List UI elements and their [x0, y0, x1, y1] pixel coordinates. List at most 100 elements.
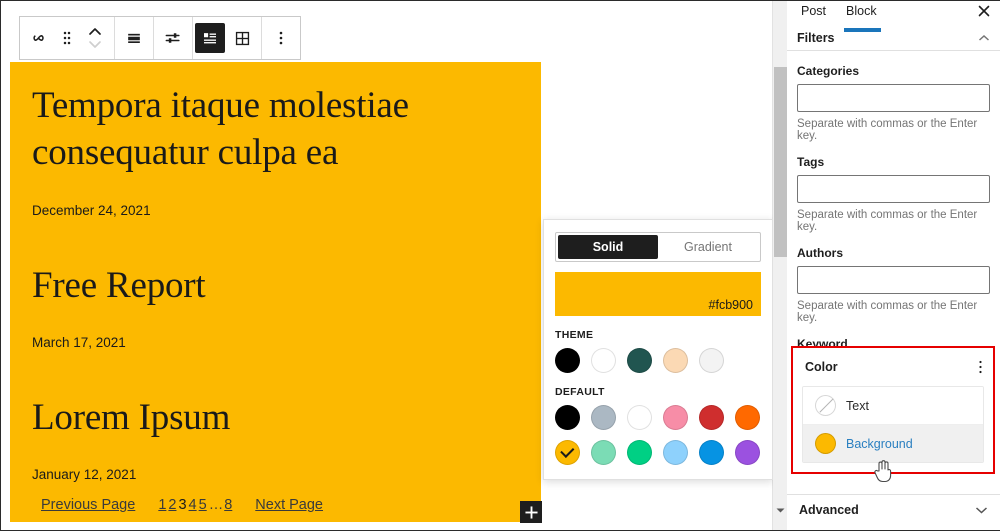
default-swatch-grid: [555, 405, 761, 465]
more-options-icon[interactable]: [978, 359, 983, 375]
color-picker-popover: Solid Gradient #fcb900 THEME DEFAULT: [543, 219, 773, 480]
block-toolbar: [19, 16, 301, 60]
default-palette-label: DEFAULT: [555, 386, 605, 398]
page-number-current: 3: [178, 497, 187, 513]
categories-help: Separate with commas or the Enter key.: [797, 118, 978, 142]
toolbar-group-settings: [154, 17, 193, 59]
filters-fields: Categories Separate with commas or the E…: [787, 64, 1000, 385]
query-pagination: Previous Page 1 2 3 4 5 … 8 Next Page: [41, 497, 323, 513]
swatch-theme-white[interactable]: [591, 348, 616, 373]
background-color-swatch-icon: [815, 433, 836, 454]
swatch-theme-off-white[interactable]: [699, 348, 724, 373]
tags-help: Separate with commas or the Enter key.: [797, 209, 978, 233]
swatch-luminous-vivid-amber[interactable]: [555, 440, 580, 465]
post-list-item: Tempora itaque molestiae consequatur cul…: [32, 82, 519, 218]
tab-solid[interactable]: Solid: [558, 235, 658, 259]
post-date: December 24, 2021: [32, 202, 151, 218]
advanced-panel-header[interactable]: Advanced: [787, 494, 1000, 524]
color-panel-header: Color: [793, 348, 993, 386]
toolbar-group-block: [20, 17, 115, 59]
current-color-hex: #fcb900: [708, 298, 753, 312]
pagination-ellipsis: …: [208, 497, 223, 513]
post-list-item: Lorem Ipsum January 12, 2021: [32, 394, 519, 482]
toolbar-group-layout: [193, 17, 262, 59]
post-date: January 12, 2021: [32, 467, 137, 483]
categories-input[interactable]: [797, 84, 990, 112]
color-type-tabs: Solid Gradient: [555, 232, 761, 262]
tab-gradient[interactable]: Gradient: [658, 235, 758, 259]
scrollbar-down-arrow[interactable]: [773, 502, 788, 518]
swatch-theme-peach[interactable]: [663, 348, 688, 373]
post-title[interactable]: Tempora itaque molestiae consequatur cul…: [32, 82, 519, 177]
page-number-2[interactable]: 2: [167, 497, 177, 513]
post-title[interactable]: Free Report: [32, 262, 519, 309]
default-swatch-row-1: [555, 405, 761, 430]
tab-block[interactable]: Block: [840, 1, 891, 32]
authors-label: Authors: [797, 246, 843, 260]
color-panel-title: Color: [805, 360, 838, 374]
close-icon[interactable]: [975, 1, 993, 21]
query-loop-block-icon[interactable]: [22, 17, 56, 59]
page-number-5[interactable]: 5: [198, 497, 208, 513]
wordpress-block-editor: Tempora itaque molestiae consequatur cul…: [0, 0, 1000, 531]
background-color-label: Background: [846, 436, 913, 451]
color-options-list: Text Background: [802, 386, 984, 463]
display-settings-icon[interactable]: [156, 17, 190, 59]
swatch-cyan-bluish-gray[interactable]: [591, 405, 616, 430]
settings-sidebar: Post Block Filters Categories Separate w…: [787, 1, 1000, 530]
scrollbar-thumb[interactable]: [774, 67, 787, 257]
post-title[interactable]: Lorem Ipsum: [32, 394, 519, 441]
next-page-link[interactable]: Next Page: [255, 497, 323, 513]
swatch-pale-pink[interactable]: [663, 405, 688, 430]
authors-input[interactable]: [797, 266, 990, 294]
color-option-background[interactable]: Background: [803, 425, 983, 462]
sidebar-scrollbar[interactable]: [772, 1, 787, 530]
swatch-white[interactable]: [627, 405, 652, 430]
swatch-light-green-cyan[interactable]: [591, 440, 616, 465]
swatch-theme-dark-teal[interactable]: [627, 348, 652, 373]
toolbar-group-more: [262, 17, 300, 59]
swatch-vivid-purple[interactable]: [735, 440, 760, 465]
post-list-item: Free Report March 17, 2021: [32, 262, 519, 350]
chevron-up-icon: [978, 29, 990, 47]
align-icon[interactable]: [117, 17, 151, 59]
chevron-down-icon: [975, 501, 988, 519]
query-loop-block[interactable]: Tempora itaque molestiae consequatur cul…: [10, 62, 541, 522]
move-up-down-icon[interactable]: [78, 17, 112, 59]
text-color-swatch-icon: [815, 395, 836, 416]
swatch-luminous-vivid-orange[interactable]: [735, 405, 760, 430]
list-view-icon[interactable]: [195, 23, 225, 53]
previous-page-link[interactable]: Previous Page: [41, 497, 135, 513]
swatch-theme-black[interactable]: [555, 348, 580, 373]
current-color-preview[interactable]: #fcb900: [555, 272, 761, 316]
more-options-icon[interactable]: [264, 17, 298, 59]
swatch-vivid-cyan-blue[interactable]: [699, 440, 724, 465]
swatch-vivid-green-cyan[interactable]: [627, 440, 652, 465]
page-number-1[interactable]: 1: [157, 497, 167, 513]
grid-view-icon[interactable]: [225, 17, 259, 59]
toolbar-group-align: [115, 17, 154, 59]
default-swatch-row-2: [555, 440, 761, 465]
post-date: March 17, 2021: [32, 335, 126, 351]
drag-handle-icon[interactable]: [56, 17, 78, 59]
swatch-black[interactable]: [555, 405, 580, 430]
tags-input[interactable]: [797, 175, 990, 203]
tags-label: Tags: [797, 155, 825, 169]
theme-palette-label: THEME: [555, 329, 594, 341]
filters-title: Filters: [797, 31, 835, 45]
tab-post[interactable]: Post: [795, 1, 840, 18]
color-panel: Color Text Background: [791, 346, 995, 474]
page-number-4[interactable]: 4: [188, 497, 198, 513]
advanced-title: Advanced: [799, 502, 859, 517]
categories-label: Categories: [797, 64, 860, 78]
filters-panel-header[interactable]: Filters: [787, 29, 1000, 51]
page-number-last[interactable]: 8: [223, 497, 233, 513]
text-color-label: Text: [846, 398, 869, 413]
theme-swatch-row: [555, 348, 761, 373]
swatch-vivid-red[interactable]: [699, 405, 724, 430]
swatch-pale-cyan-blue[interactable]: [663, 440, 688, 465]
color-option-text[interactable]: Text: [803, 387, 983, 425]
sidebar-tab-bar: Post Block: [787, 1, 1000, 32]
add-block-button[interactable]: [520, 501, 542, 523]
editor-canvas: Tempora itaque molestiae consequatur cul…: [1, 1, 773, 530]
